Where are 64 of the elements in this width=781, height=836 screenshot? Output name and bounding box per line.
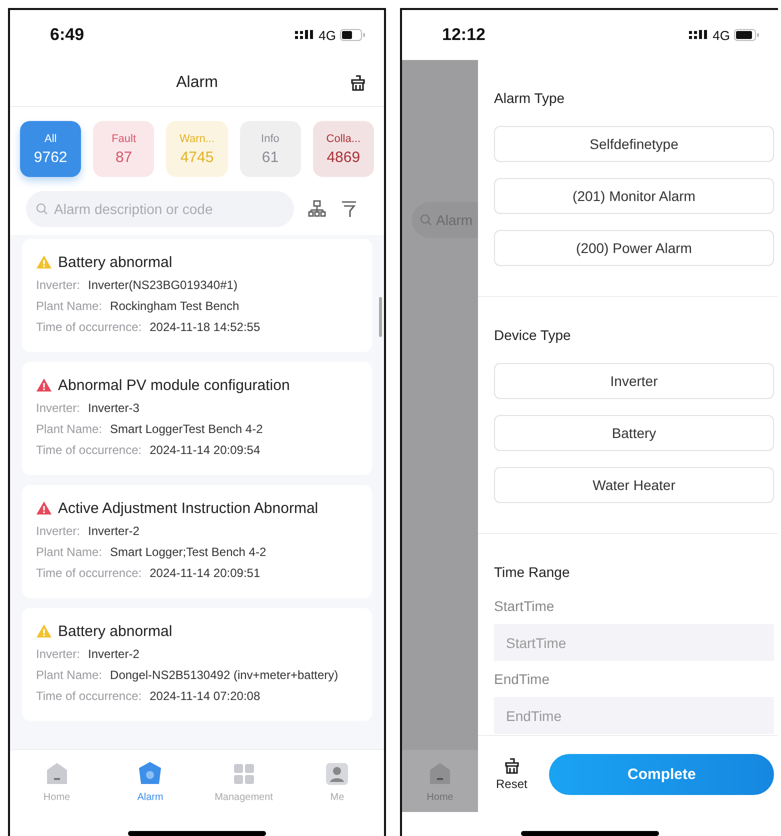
signal-icon (688, 30, 709, 40)
field-value: Inverter-2 (88, 647, 140, 661)
field-value: 2024-11-14 20:09:51 (150, 566, 260, 580)
field-label: Plant Name: (36, 422, 102, 436)
signal-icon (294, 30, 315, 40)
option-button[interactable]: Water Heater (494, 467, 774, 503)
basket-icon (350, 75, 366, 91)
battery-icon (734, 29, 760, 41)
basket-icon (504, 758, 520, 774)
alarm-title: Battery abnormal (58, 254, 172, 270)
field-value: 2024-11-14 20:09:54 (150, 443, 260, 457)
option-button[interactable]: Selfdefinetype (494, 126, 774, 162)
status-time: 6:49 (50, 25, 84, 45)
field-label: Time of occurrence: (36, 689, 142, 703)
section-title: Alarm Type (494, 90, 566, 106)
status-time: 12:12 (442, 25, 486, 45)
network-label: 4G (712, 28, 730, 42)
field-value: Dongel-NS2B5130492 (inv+meter+battery) (110, 668, 338, 682)
option-button[interactable]: (200) Power Alarm (494, 230, 774, 266)
field-label: Inverter: (36, 524, 80, 538)
time-field[interactable]: EndTime (494, 697, 774, 734)
alarm-card[interactable]: Battery abnormal Inverter: Inverter(NS23BG019340#1) Plant Name: Rockingham Test Bench Time of occurrence: 2024-11-18 14:52:55 (22, 239, 372, 352)
field-label: StartTime (494, 598, 556, 614)
option-button[interactable]: (201) Monitor Alarm (494, 178, 774, 214)
field-value: Smart Logger;Test Bench 4-2 (110, 545, 266, 559)
search-field[interactable]: Alarm description or code (26, 191, 294, 227)
alarm-title: Active Adjustment Instruction Abnormal (58, 500, 318, 516)
field-value: Inverter(NS23BG019340#1) (88, 278, 238, 292)
field-value: 2024-11-18 14:52:55 (150, 320, 260, 334)
section-title: Time Range (494, 564, 571, 580)
field-value: Smart LoggerTest Bench 4-2 (110, 422, 263, 436)
search-icon (420, 214, 432, 226)
field-label: Inverter: (36, 647, 80, 661)
option-button[interactable]: Battery (494, 415, 774, 451)
alarm-card[interactable]: Battery abnormal Inverter: Inverter-2 Plant Name: Dongel-NS2B5130492 (inv+meter+battery) Time of occurrence: 2024-11-14 07:20:08 (22, 608, 372, 721)
hierarchy-icon[interactable] (308, 200, 326, 218)
option-button[interactable]: Inverter (494, 363, 774, 399)
field-label: Time of occurrence: (36, 566, 142, 580)
field-value: Inverter-2 (88, 524, 140, 538)
screen-title: Alarm (176, 74, 218, 92)
filter-icon[interactable] (340, 200, 358, 218)
field-label: Plant Name: (36, 545, 102, 559)
field-label: Plant Name: (36, 668, 102, 682)
battery-icon (340, 29, 366, 41)
network-label: 4G (318, 28, 336, 42)
scrollbar (379, 297, 382, 337)
reset-button[interactable]: Reset (496, 758, 528, 790)
field-value: Rockingham Test Bench (110, 299, 240, 313)
field-label: Inverter: (36, 278, 80, 292)
field-label: Time of occurrence: (36, 320, 142, 334)
alarm-card[interactable]: Abnormal PV module configuration Inverter: Inverter-3 Plant Name: Smart LoggerTest Bench 4-2 Time of occurrence: 2024-11-14 20:09:54 (22, 362, 372, 475)
alarm-title: Battery abnormal (58, 622, 172, 640)
category-tab[interactable]: Colla... 4869 (312, 121, 374, 177)
field-label: Inverter: (36, 401, 80, 415)
nav-label: Home (426, 792, 454, 802)
alarm-card[interactable]: Active Adjustment Instruction Abnormal Inverter: Inverter-2 Plant Name: Smart Logger;Test Bench 4-2 Time of occurrence: 2024-11-14 20:09:51 (22, 485, 372, 598)
field-value: Inverter-3 (88, 401, 140, 415)
field-label: EndTime (494, 671, 551, 687)
field-value: 2024-11-14 07:20:08 (150, 689, 260, 703)
alarm-title: Abnormal PV module configuration (58, 376, 290, 394)
field-label: Time of occurrence: (36, 443, 142, 457)
time-field[interactable]: StartTime (494, 624, 774, 661)
section-title: Device Type (494, 327, 572, 343)
field-label: Plant Name: (36, 299, 102, 313)
